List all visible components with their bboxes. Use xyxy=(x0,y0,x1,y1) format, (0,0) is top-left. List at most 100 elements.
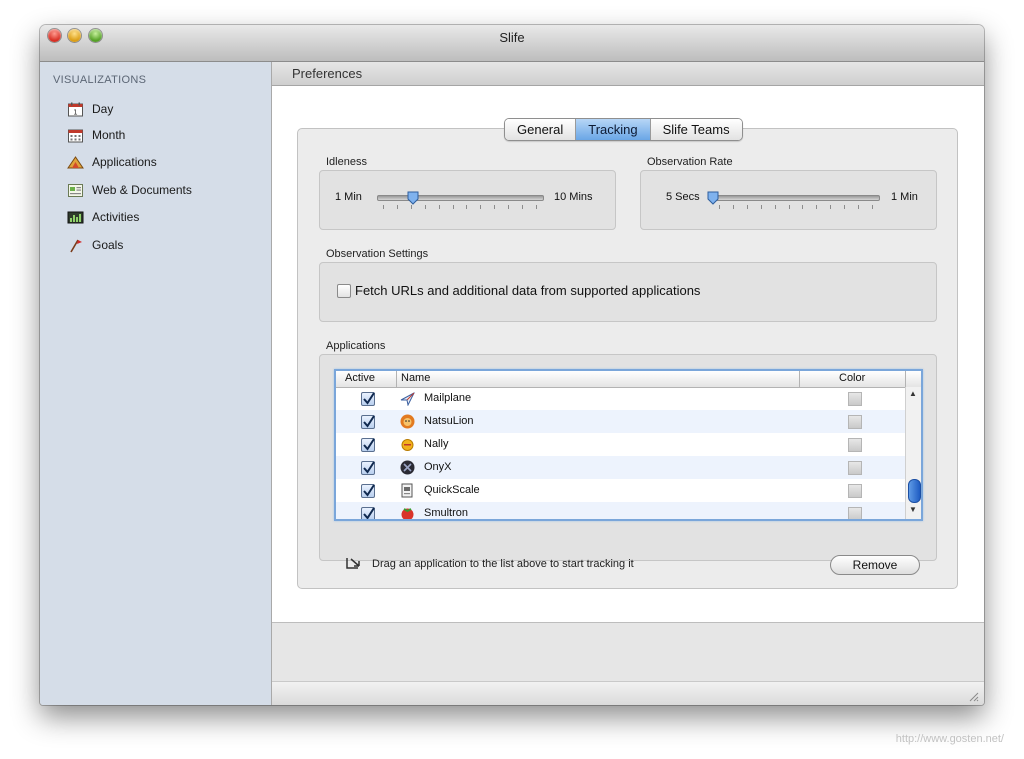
slider-tick xyxy=(466,205,468,209)
content-header: Preferences xyxy=(272,62,984,86)
slider-tick xyxy=(396,205,398,209)
table-row[interactable]: Nally xyxy=(336,433,906,456)
observation-rate-max-label: 1 Min xyxy=(891,191,918,203)
sidebar-item-label: Activities xyxy=(92,210,140,224)
tab-tracking[interactable]: Tracking xyxy=(576,119,651,140)
observation-rate-box: 5 Secs 1 Min xyxy=(640,170,937,230)
sidebar-heading: VISUALIZATIONS xyxy=(53,74,147,86)
fetch-urls-checkbox[interactable] xyxy=(337,284,351,298)
active-checkbox[interactable] xyxy=(361,392,375,406)
column-header-name[interactable]: Name xyxy=(401,372,430,384)
calendar-month-icon xyxy=(67,128,84,143)
applications-icon xyxy=(67,155,84,170)
preferences-panel: General Tracking Slife Teams Idleness 1 … xyxy=(272,86,984,622)
slider-tick xyxy=(480,205,482,209)
idleness-slider-knob[interactable] xyxy=(407,191,419,205)
app-name: NatsuLion xyxy=(424,415,474,427)
color-well[interactable] xyxy=(848,415,862,429)
idleness-label: Idleness xyxy=(326,156,367,168)
idleness-max-label: 10 Mins xyxy=(554,191,593,203)
calendar-day-icon: 1 xyxy=(67,102,84,117)
remove-button[interactable]: Remove xyxy=(830,555,920,575)
slider-tick xyxy=(844,205,846,209)
sidebar-item-label: Applications xyxy=(92,155,157,169)
color-well[interactable] xyxy=(848,507,862,519)
table-row[interactable]: Mailplane xyxy=(336,387,906,410)
content-header-title: Preferences xyxy=(292,66,363,81)
scroll-down-arrow-icon[interactable]: ▼ xyxy=(909,505,917,514)
observation-settings-box: Fetch URLs and additional data from supp… xyxy=(319,262,937,322)
app-name: Smultron xyxy=(424,507,469,519)
natsulion-icon xyxy=(400,414,415,429)
active-checkbox[interactable] xyxy=(361,484,375,498)
activities-icon xyxy=(67,210,84,225)
observation-settings-label: Observation Settings xyxy=(326,248,429,260)
observation-rate-min-label: 5 Secs xyxy=(666,191,700,203)
slider-tick xyxy=(719,205,720,209)
slider-tick xyxy=(732,205,734,209)
table-row[interactable]: NatsuLion xyxy=(336,410,906,433)
color-well[interactable] xyxy=(848,438,862,452)
slider-tick xyxy=(788,205,790,209)
sidebar-item-month[interactable]: Month xyxy=(67,125,257,145)
color-well[interactable] xyxy=(848,392,862,406)
slider-tick xyxy=(410,205,412,209)
idleness-slider-track[interactable] xyxy=(377,195,544,201)
sidebar-item-web-documents[interactable]: Web & Documents xyxy=(67,180,257,200)
fetch-urls-label[interactable]: Fetch URLs and additional data from supp… xyxy=(355,283,700,298)
sidebar: VISUALIZATIONS 1 Day Month Applications … xyxy=(40,62,272,705)
idleness-box: 1 Min 10 Mins xyxy=(319,170,616,230)
observation-rate-slider-knob[interactable] xyxy=(707,191,719,205)
active-checkbox[interactable] xyxy=(361,415,375,429)
watermark: http://www.gosten.net/ xyxy=(895,733,1004,745)
active-checkbox[interactable] xyxy=(361,461,375,475)
table-row[interactable]: QuickScale xyxy=(336,479,906,502)
goals-flag-icon xyxy=(67,238,84,253)
title-bar[interactable]: Slife xyxy=(40,25,984,62)
slider-tick xyxy=(858,205,860,209)
slider-tick xyxy=(746,205,748,209)
resize-grip-icon[interactable] xyxy=(967,690,979,702)
app-name: OnyX xyxy=(424,461,452,473)
svg-text:1: 1 xyxy=(73,108,77,116)
slider-tick xyxy=(760,205,762,209)
active-checkbox[interactable] xyxy=(361,507,375,519)
window-title: Slife xyxy=(499,30,525,45)
color-well[interactable] xyxy=(848,484,862,498)
applications-label: Applications xyxy=(326,340,386,352)
column-header-color[interactable]: Color xyxy=(839,372,865,384)
active-checkbox[interactable] xyxy=(361,438,375,452)
table-scrollbar[interactable]: ▲ ▼ xyxy=(905,387,921,519)
slider-tick xyxy=(536,205,537,209)
sidebar-item-day[interactable]: 1 Day xyxy=(67,99,257,119)
scrollbar-thumb[interactable] xyxy=(908,479,921,503)
sidebar-item-activities[interactable]: Activities xyxy=(67,207,257,227)
observation-rate-slider-track[interactable] xyxy=(713,195,880,201)
sidebar-item-applications[interactable]: Applications xyxy=(67,152,257,172)
column-header-active[interactable]: Active xyxy=(345,372,375,384)
slider-tick xyxy=(774,205,776,209)
table-row[interactable]: OnyX xyxy=(336,456,906,479)
quickscale-icon xyxy=(401,483,413,498)
slider-tick xyxy=(383,205,384,209)
sidebar-item-label: Month xyxy=(92,128,126,142)
sidebar-item-label: Web & Documents xyxy=(92,183,192,197)
smultron-icon xyxy=(401,508,414,519)
applications-table: Active Name Color Mailplane NatsuLion Na… xyxy=(334,369,923,521)
column-divider xyxy=(396,371,397,387)
app-name: Nally xyxy=(424,438,449,450)
tab-general[interactable]: General xyxy=(505,119,577,140)
scroll-up-arrow-icon[interactable]: ▲ xyxy=(909,389,917,398)
color-well[interactable] xyxy=(848,461,862,475)
sidebar-item-goals[interactable]: Goals xyxy=(67,235,257,255)
nally-icon xyxy=(401,439,414,451)
slider-tick xyxy=(452,205,454,209)
drag-hint-text: Drag an application to the list above to… xyxy=(372,558,634,570)
sidebar-item-label: Goals xyxy=(92,238,124,252)
column-divider xyxy=(799,371,800,387)
tab-slife-teams[interactable]: Slife Teams xyxy=(650,119,742,140)
slider-tick xyxy=(494,205,496,209)
onyx-icon xyxy=(400,460,415,475)
slider-tick xyxy=(830,205,832,209)
table-row[interactable]: Smultron xyxy=(336,502,906,519)
